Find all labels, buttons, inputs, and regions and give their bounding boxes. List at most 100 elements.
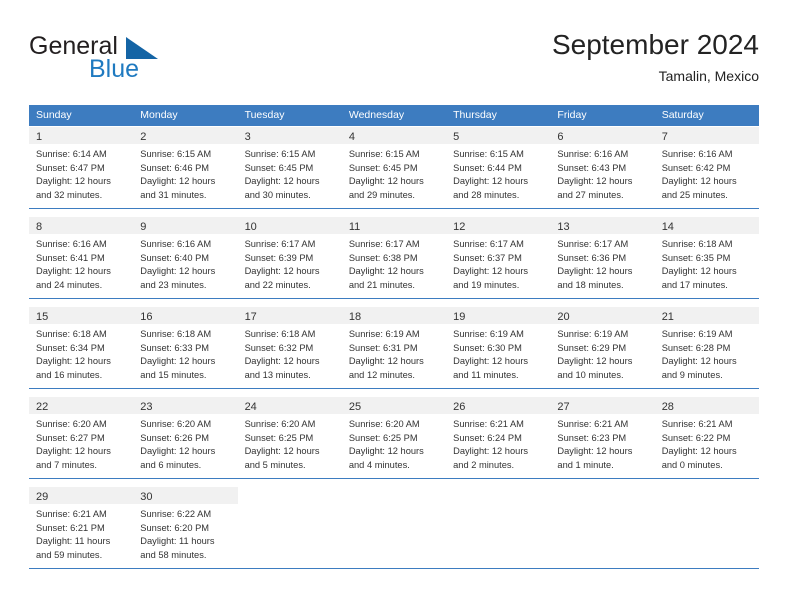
day-details: Sunrise: 6:22 AM Sunset: 6:20 PM Dayligh… xyxy=(133,504,237,562)
sunset-text: Sunset: 6:25 PM xyxy=(244,432,314,443)
sunset-text: Sunset: 6:25 PM xyxy=(348,432,418,443)
daylight-text: Daylight: 12 hours and 19 minutes. xyxy=(453,266,529,290)
sunset-text: Sunset: 6:46 PM xyxy=(140,162,210,173)
day-cell[interactable]: 11 Sunrise: 6:17 AM Sunset: 6:38 PM Dayl… xyxy=(341,217,447,299)
sunset-text: Sunset: 6:29 PM xyxy=(557,342,627,353)
sunrise-text: Sunrise: 6:17 AM xyxy=(557,239,629,249)
sunset-text: Sunset: 6:33 PM xyxy=(140,342,210,353)
sunrise-text: Sunrise: 6:16 AM xyxy=(557,149,629,159)
day-cell[interactable]: 26 Sunrise: 6:21 AM Sunset: 6:24 PM Dayl… xyxy=(446,397,551,479)
day-cell[interactable]: 12 Sunrise: 6:17 AM Sunset: 6:37 PM Dayl… xyxy=(446,217,551,299)
day-cell[interactable]: 7 Sunrise: 6:16 AM Sunset: 6:42 PM Dayli… xyxy=(654,127,759,209)
daylight-text: Daylight: 12 hours and 24 minutes. xyxy=(36,266,111,290)
day-cell[interactable]: 14 Sunrise: 6:18 AM Sunset: 6:35 PM Dayl… xyxy=(654,217,759,299)
day-cell[interactable]: 6 Sunrise: 6:16 AM Sunset: 6:43 PM Dayli… xyxy=(550,127,655,209)
sunset-text: Sunset: 6:21 PM xyxy=(36,522,105,533)
day-number: 5 xyxy=(453,131,460,143)
sunrise-text: Sunrise: 6:20 AM xyxy=(348,419,420,429)
day-number-band: 14 xyxy=(654,217,759,234)
sunset-text: Sunset: 6:32 PM xyxy=(244,342,314,353)
day-number-band: 15 xyxy=(29,307,134,324)
day-number-band: 10 xyxy=(237,217,342,234)
day-number-band: 2 xyxy=(133,127,238,144)
day-number: 10 xyxy=(244,221,257,233)
day-cell[interactable]: 1 Sunrise: 6:14 AM Sunset: 6:47 PM Dayli… xyxy=(29,127,134,209)
day-number: 11 xyxy=(348,221,361,233)
day-cell[interactable]: 19 Sunrise: 6:19 AM Sunset: 6:30 PM Dayl… xyxy=(446,307,551,389)
day-number-band: 3 xyxy=(237,127,342,144)
day-cell[interactable]: 20 Sunrise: 6:19 AM Sunset: 6:29 PM Dayl… xyxy=(550,307,655,389)
day-number: 21 xyxy=(661,311,674,323)
daylight-text: Daylight: 12 hours and 32 minutes. xyxy=(36,176,111,200)
sunset-text: Sunset: 6:43 PM xyxy=(557,162,627,173)
day-details: Sunrise: 6:18 AM Sunset: 6:33 PM Dayligh… xyxy=(133,324,237,382)
sunset-text: Sunset: 6:38 PM xyxy=(348,252,418,263)
day-number: 26 xyxy=(453,401,466,413)
day-cell[interactable]: 3 Sunrise: 6:15 AM Sunset: 6:45 PM Dayli… xyxy=(237,127,342,209)
day-cell[interactable]: 21 Sunrise: 6:19 AM Sunset: 6:28 PM Dayl… xyxy=(654,307,759,389)
day-details: Sunrise: 6:20 AM Sunset: 6:25 PM Dayligh… xyxy=(238,414,342,472)
day-cell[interactable]: 10 Sunrise: 6:17 AM Sunset: 6:39 PM Dayl… xyxy=(237,217,342,299)
day-number-band: 30 xyxy=(133,487,238,504)
weekday-header-row: Sunday Monday Tuesday Wednesday Thursday… xyxy=(29,105,759,126)
day-number: 9 xyxy=(140,221,147,233)
day-details: Sunrise: 6:20 AM Sunset: 6:25 PM Dayligh… xyxy=(342,414,446,472)
day-cell[interactable]: 9 Sunrise: 6:16 AM Sunset: 6:40 PM Dayli… xyxy=(133,217,238,299)
logo-text-blue: Blue xyxy=(89,55,140,83)
day-number-band: 29 xyxy=(29,487,134,504)
day-details: Sunrise: 6:21 AM Sunset: 6:24 PM Dayligh… xyxy=(446,414,550,472)
daylight-text: Daylight: 12 hours and 16 minutes. xyxy=(36,356,111,380)
weekday-header-saturday: Saturday xyxy=(661,109,704,121)
day-number: 3 xyxy=(244,131,251,143)
day-details: Sunrise: 6:17 AM Sunset: 6:36 PM Dayligh… xyxy=(550,234,654,292)
day-details: Sunrise: 6:15 AM Sunset: 6:45 PM Dayligh… xyxy=(342,144,446,202)
daylight-text: Daylight: 12 hours and 29 minutes. xyxy=(348,176,424,200)
day-details: Sunrise: 6:15 AM Sunset: 6:45 PM Dayligh… xyxy=(238,144,342,202)
day-cell[interactable]: 24 Sunrise: 6:20 AM Sunset: 6:25 PM Dayl… xyxy=(237,397,342,479)
day-cell[interactable]: 23 Sunrise: 6:20 AM Sunset: 6:26 PM Dayl… xyxy=(133,397,238,479)
daylight-text: Daylight: 12 hours and 12 minutes. xyxy=(348,356,424,380)
day-cell[interactable]: 5 Sunrise: 6:15 AM Sunset: 6:44 PM Dayli… xyxy=(446,127,551,209)
title-block: September 2024 Tamalin, Mexico xyxy=(552,28,759,86)
day-details: Sunrise: 6:15 AM Sunset: 6:44 PM Dayligh… xyxy=(446,144,550,202)
sunrise-text: Sunrise: 6:21 AM xyxy=(661,419,733,429)
day-cell[interactable]: 22 Sunrise: 6:20 AM Sunset: 6:27 PM Dayl… xyxy=(29,397,134,479)
day-cell[interactable]: 4 Sunrise: 6:15 AM Sunset: 6:45 PM Dayli… xyxy=(341,127,447,209)
day-details: Sunrise: 6:19 AM Sunset: 6:29 PM Dayligh… xyxy=(550,324,654,382)
daylight-text: Daylight: 12 hours and 1 minute. xyxy=(557,446,633,470)
day-number-band: 8 xyxy=(29,217,134,234)
sunset-text: Sunset: 6:35 PM xyxy=(661,252,731,263)
day-number-band: 7 xyxy=(654,127,759,144)
day-cell[interactable]: 29 Sunrise: 6:21 AM Sunset: 6:21 PM Dayl… xyxy=(29,487,134,569)
day-number: 8 xyxy=(36,221,43,233)
day-number-band: 4 xyxy=(341,127,447,144)
day-details: Sunrise: 6:18 AM Sunset: 6:35 PM Dayligh… xyxy=(655,234,759,292)
day-cell[interactable]: 18 Sunrise: 6:19 AM Sunset: 6:31 PM Dayl… xyxy=(341,307,447,389)
day-cell[interactable]: 25 Sunrise: 6:20 AM Sunset: 6:25 PM Dayl… xyxy=(341,397,447,479)
day-details: Sunrise: 6:16 AM Sunset: 6:41 PM Dayligh… xyxy=(29,234,133,292)
day-details: Sunrise: 6:19 AM Sunset: 6:28 PM Dayligh… xyxy=(655,324,759,382)
day-cell[interactable]: 17 Sunrise: 6:18 AM Sunset: 6:32 PM Dayl… xyxy=(237,307,342,389)
day-number-band: 27 xyxy=(550,397,655,414)
day-cell[interactable]: 13 Sunrise: 6:17 AM Sunset: 6:36 PM Dayl… xyxy=(550,217,655,299)
day-details: Sunrise: 6:15 AM Sunset: 6:46 PM Dayligh… xyxy=(133,144,237,202)
day-cell[interactable]: 16 Sunrise: 6:18 AM Sunset: 6:33 PM Dayl… xyxy=(133,307,238,389)
day-cell[interactable]: 8 Sunrise: 6:16 AM Sunset: 6:41 PM Dayli… xyxy=(29,217,134,299)
day-cell[interactable]: 15 Sunrise: 6:18 AM Sunset: 6:34 PM Dayl… xyxy=(29,307,134,389)
sunset-text: Sunset: 6:42 PM xyxy=(661,162,731,173)
sunset-text: Sunset: 6:36 PM xyxy=(557,252,627,263)
sunset-text: Sunset: 6:47 PM xyxy=(36,162,105,173)
day-details: Sunrise: 6:21 AM Sunset: 6:22 PM Dayligh… xyxy=(655,414,759,472)
day-number-band: 9 xyxy=(133,217,238,234)
daylight-text: Daylight: 12 hours and 0 minutes. xyxy=(661,446,737,470)
day-number: 30 xyxy=(140,491,153,503)
day-cell[interactable]: 30 Sunrise: 6:22 AM Sunset: 6:20 PM Dayl… xyxy=(133,487,238,569)
day-number-band: 25 xyxy=(341,397,447,414)
day-cell[interactable]: 28 Sunrise: 6:21 AM Sunset: 6:22 PM Dayl… xyxy=(654,397,759,479)
daylight-text: Daylight: 11 hours and 58 minutes. xyxy=(140,536,215,560)
day-details: Sunrise: 6:19 AM Sunset: 6:30 PM Dayligh… xyxy=(446,324,550,382)
day-cell[interactable]: 2 Sunrise: 6:15 AM Sunset: 6:46 PM Dayli… xyxy=(133,127,238,209)
sunset-text: Sunset: 6:20 PM xyxy=(140,522,210,533)
general-blue-logo[interactable]: General Blue xyxy=(29,32,229,90)
day-cell[interactable]: 27 Sunrise: 6:21 AM Sunset: 6:23 PM Dayl… xyxy=(550,397,655,479)
